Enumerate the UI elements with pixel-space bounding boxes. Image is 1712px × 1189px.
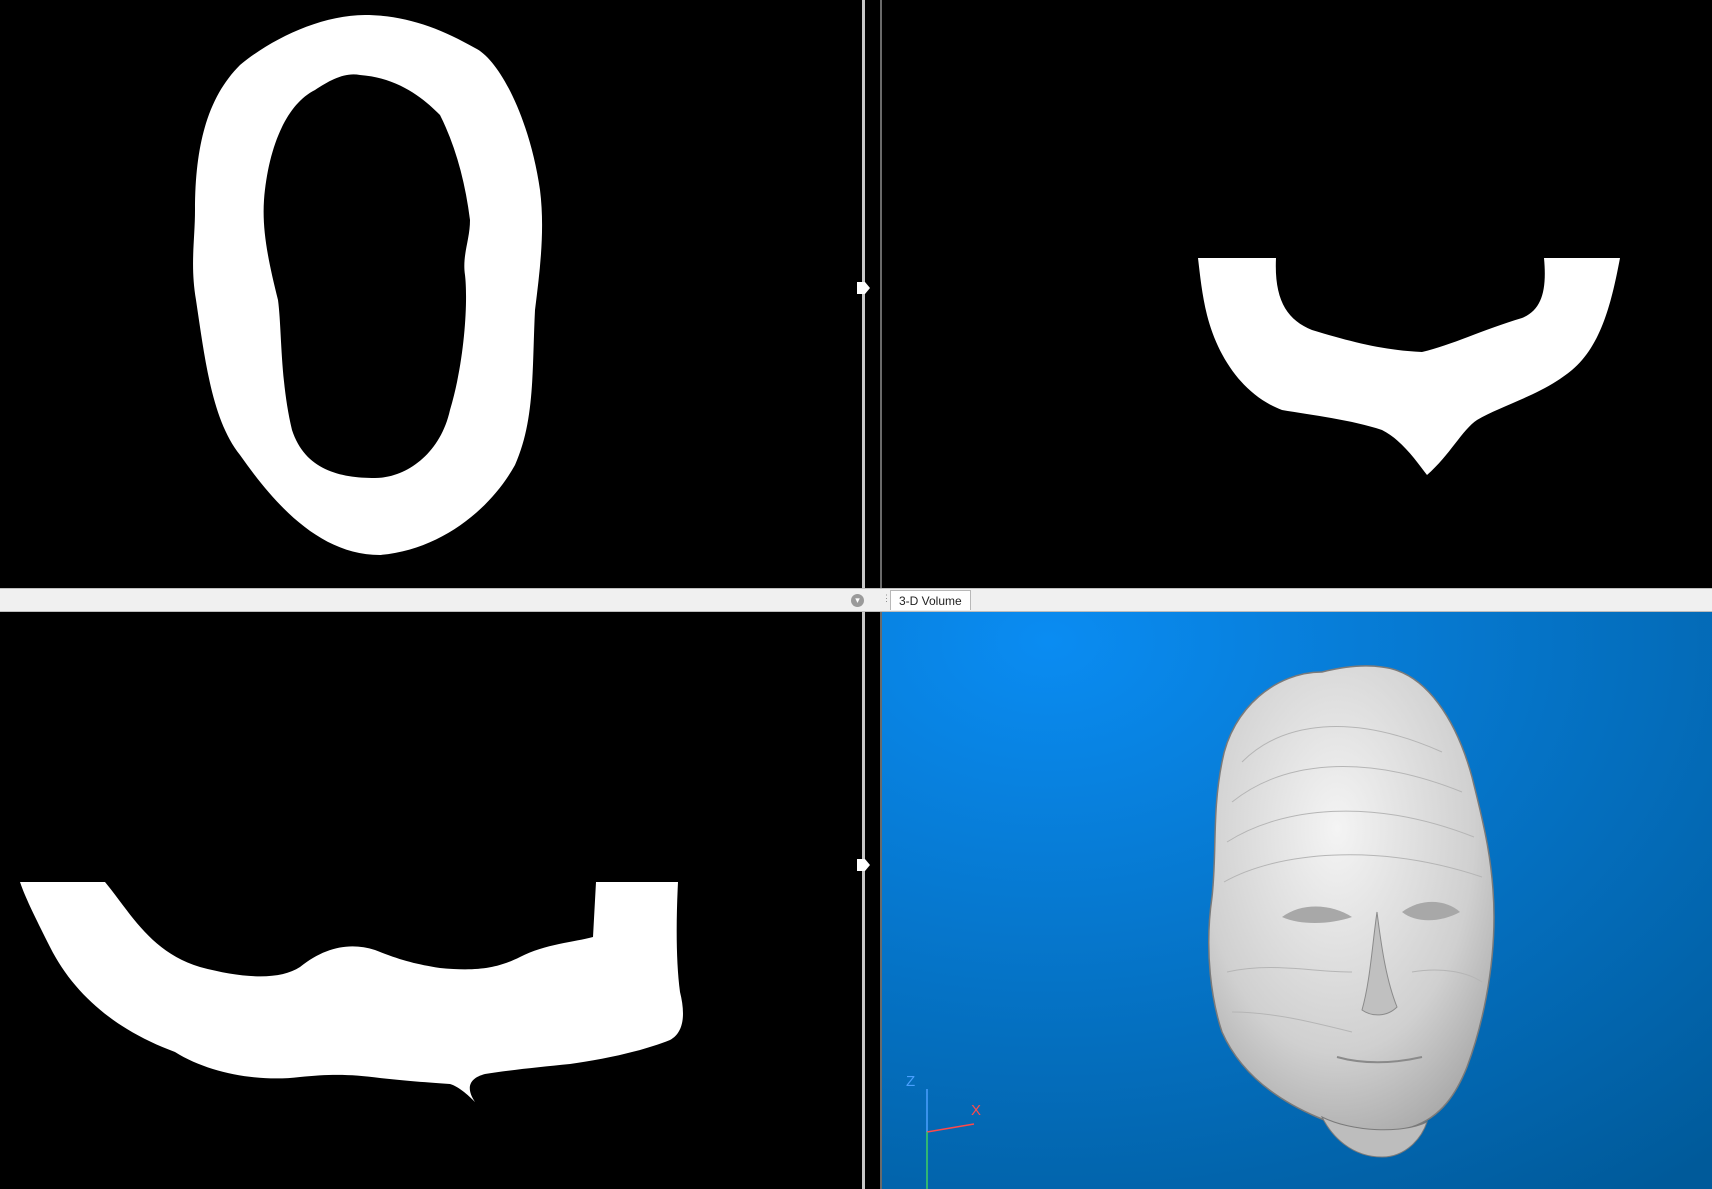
view-sagittal[interactable] bbox=[882, 0, 1712, 588]
view-axial[interactable] bbox=[0, 0, 862, 588]
view-3d-volume[interactable]: Z X bbox=[882, 612, 1712, 1189]
axis-z-label: Z bbox=[906, 1073, 915, 1090]
sagittal-mask bbox=[1198, 258, 1620, 475]
axial-mask bbox=[193, 15, 543, 555]
view-coronal[interactable] bbox=[0, 612, 862, 1189]
tab-3d-volume[interactable]: 3-D Volume bbox=[890, 590, 971, 610]
triangle-right-icon[interactable] bbox=[855, 280, 871, 296]
axis-x-label: X bbox=[971, 1102, 981, 1119]
volume-render: Z X bbox=[882, 612, 1712, 1189]
coronal-mask bbox=[20, 882, 683, 1102]
triangle-right-icon[interactable] bbox=[855, 857, 871, 873]
chevron-down-icon[interactable]: ▾ bbox=[851, 594, 864, 607]
